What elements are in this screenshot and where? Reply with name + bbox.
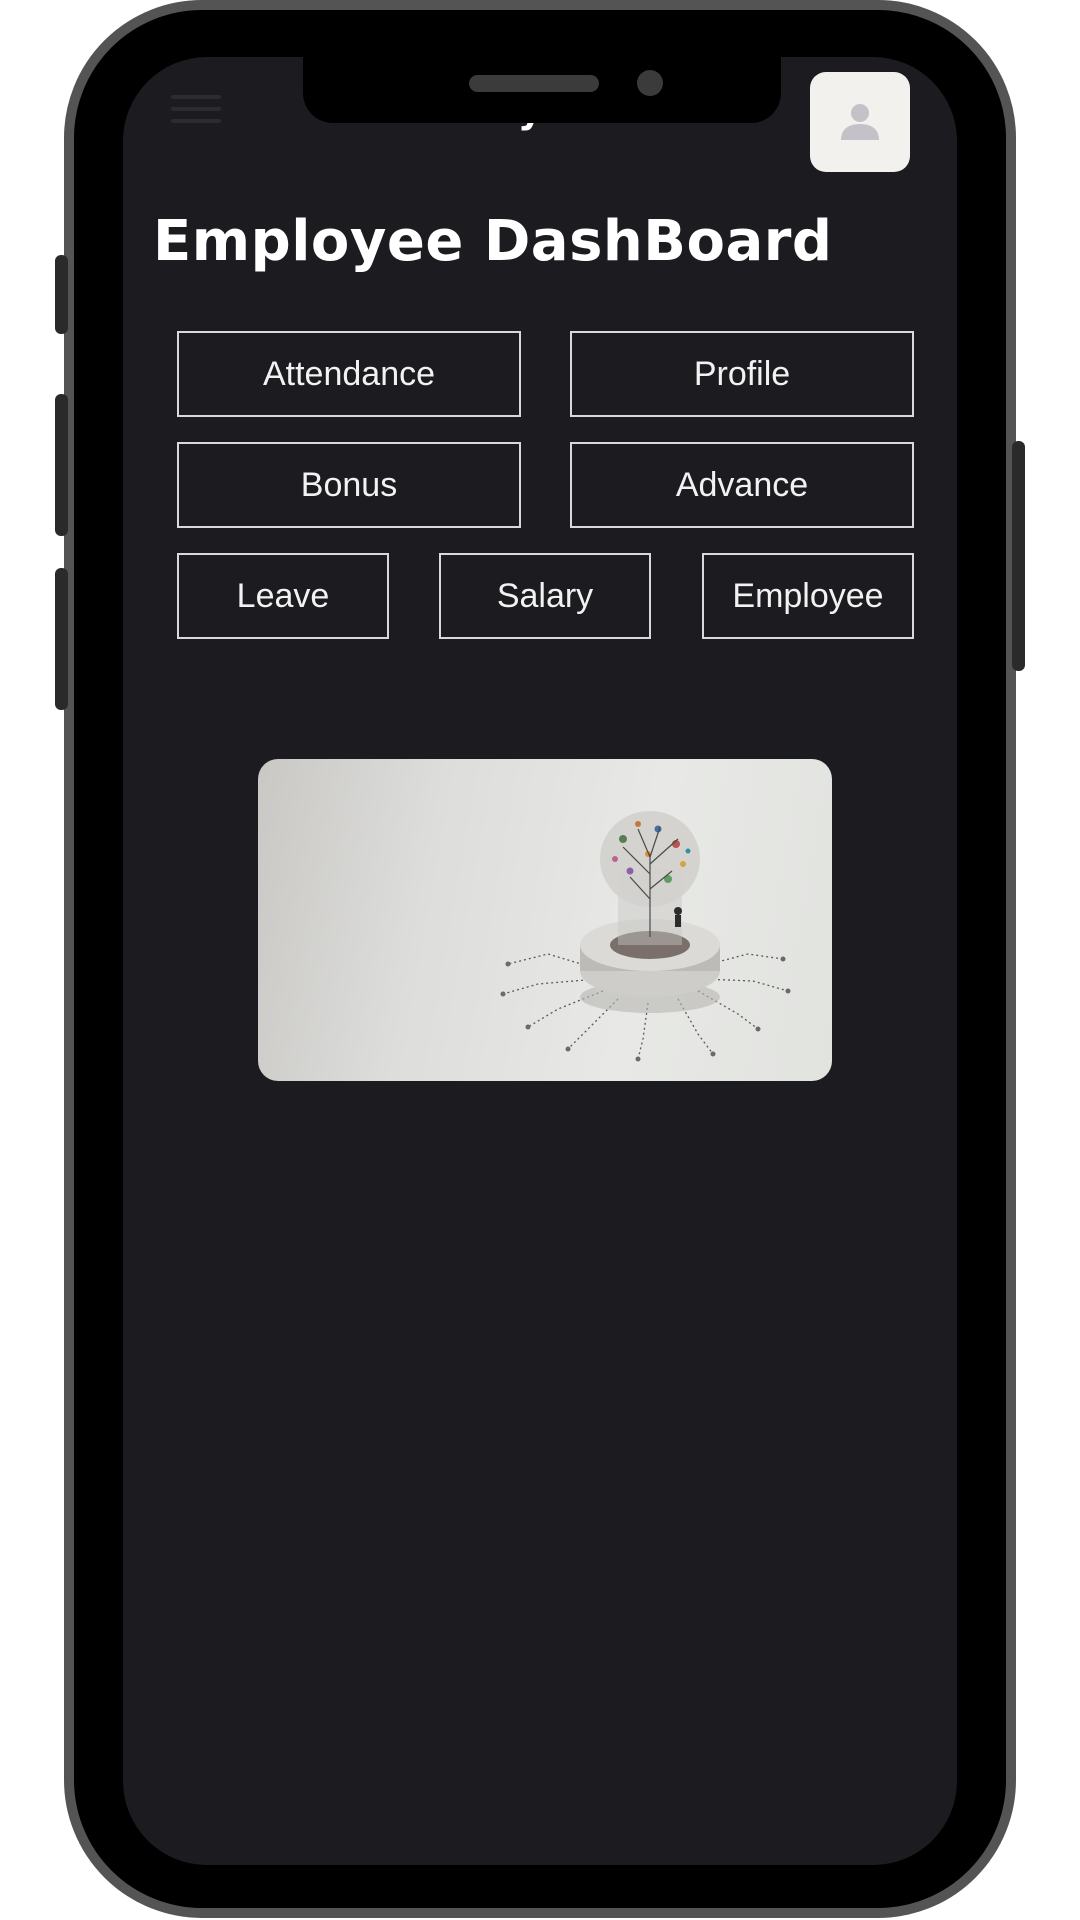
phone-side-button — [55, 394, 68, 536]
speaker-grille — [469, 75, 599, 92]
bonus-button[interactable]: Bonus — [177, 442, 521, 528]
phone-side-button — [1012, 441, 1025, 671]
profile-button[interactable]: Profile — [570, 331, 914, 417]
tree-brain-circuit-illustration — [500, 811, 791, 1062]
leave-button[interactable]: Leave — [177, 553, 389, 639]
attendance-button[interactable]: Attendance — [177, 331, 521, 417]
phone-side-button — [55, 568, 68, 710]
phone-notch — [303, 57, 781, 123]
front-camera — [637, 70, 663, 96]
phone-side-button — [55, 255, 68, 334]
salary-button[interactable]: Salary — [439, 553, 651, 639]
advance-button[interactable]: Advance — [570, 442, 914, 528]
page-title: Employee DashBoard — [153, 209, 833, 274]
app-screen: Payroll Employee DashBoard Attendance Pr… — [123, 57, 957, 1865]
employee-button[interactable]: Employee — [702, 553, 914, 639]
hero-image — [258, 759, 832, 1081]
